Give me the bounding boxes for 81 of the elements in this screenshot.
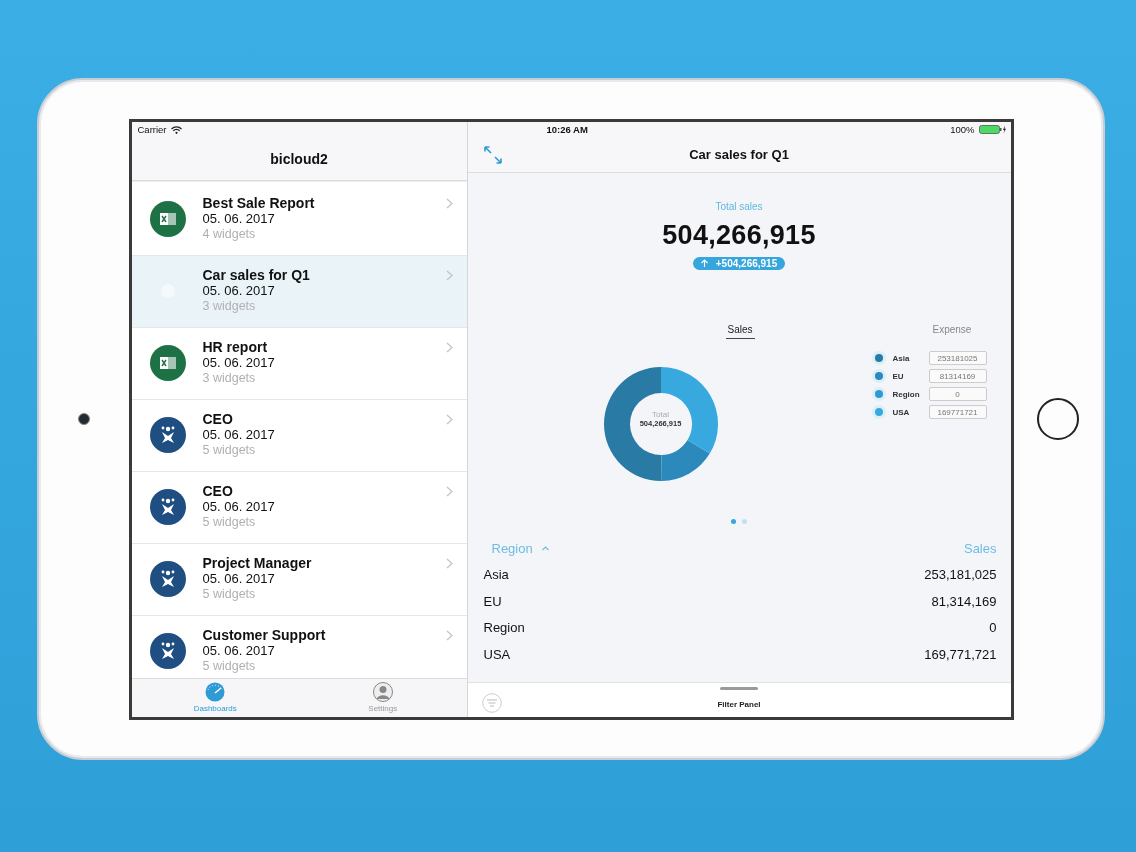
page-dot[interactable] (742, 518, 747, 524)
widget-count: 4 widgets (202, 226, 257, 243)
dashboard-list-item[interactable]: Car sales for Q1 05. 06. 2017 3 widgets (131, 255, 467, 328)
dashboard-date: 05. 06. 2017 (202, 427, 275, 443)
dashboard-list-item[interactable]: CEO 05. 06. 2017 5 widgets (131, 471, 467, 544)
legend-label: Asia (892, 353, 911, 363)
chevron-icon (445, 269, 453, 281)
battery-icon (978, 125, 1007, 134)
dashboard-title: CEO (202, 483, 234, 500)
widget-count: 3 widgets (202, 298, 257, 315)
dashboard-date: 05. 06. 2017 (202, 499, 275, 515)
wifi-icon (170, 125, 182, 134)
spreadsheet-icon (149, 201, 186, 237)
person-figure-icon (149, 633, 186, 669)
dashboard-title: HR report (202, 339, 269, 356)
chevron-icon (445, 485, 453, 497)
filter-panel-label: Filter Panel (717, 699, 761, 709)
table-cell: 81,314,169 (931, 593, 997, 609)
dashboard-list-item[interactable]: Project Manager 05. 06. 2017 5 widgets (131, 543, 467, 616)
up-arrow-icon (700, 259, 708, 267)
change-value: +504,266,915 (715, 257, 778, 269)
person-figure-icon (149, 417, 186, 453)
dashboard-date: 05. 06. 2017 (202, 283, 276, 299)
widget-count: 5 widgets (202, 658, 257, 675)
chevron-icon (445, 413, 453, 425)
dashboard-list-item[interactable]: Best Sale Report 05. 06. 2017 4 widgets (131, 183, 467, 256)
legend-value-field: 169771721 (928, 405, 987, 419)
kpi-value: 504,266,915 (662, 219, 816, 251)
sidebar-title: bicloud2 (270, 150, 328, 167)
widget-count: 5 widgets (202, 586, 257, 603)
table-cell: USA (483, 646, 511, 662)
home-button[interactable] (1037, 398, 1080, 440)
gauge-icon (204, 682, 227, 702)
kpi-label: Total sales (715, 200, 763, 212)
legend-value-field: 81314169 (928, 369, 987, 383)
chevron-icon (445, 197, 453, 209)
chevron-icon (445, 629, 453, 641)
dashboard-title: Customer Support (202, 627, 326, 644)
spreadsheet-icon (149, 345, 186, 381)
legend-label: Region (892, 389, 921, 399)
status-time: 10:26 AM (546, 124, 588, 135)
legend-label: USA (892, 407, 911, 417)
table-cell: Region (483, 620, 525, 636)
dashboard-title: Best Sale Report (202, 195, 315, 212)
drag-handle[interactable] (720, 686, 758, 690)
dashboard-title: Project Manager (202, 555, 312, 572)
camera-icon (77, 413, 90, 425)
table-cell: 253,181,025 (924, 567, 997, 583)
dashboard-list-item[interactable]: CEO 05. 06. 2017 5 widgets (131, 399, 467, 472)
filter-panel[interactable]: Filter Panel (467, 681, 1011, 717)
sort-caret-icon (541, 546, 549, 551)
page-dot[interactable] (731, 518, 736, 524)
filter-icon[interactable] (481, 692, 502, 713)
person-figure-icon (149, 489, 186, 525)
chevron-icon (445, 341, 453, 353)
chevron-icon (445, 557, 453, 569)
dashboard-date: 05. 06. 2017 (202, 355, 275, 371)
widget-count: 3 widgets (202, 370, 257, 387)
table-cell: EU (483, 593, 502, 609)
dashboard-date: 05. 06. 2017 (202, 571, 276, 587)
dashboard-list-item[interactable]: HR report 05. 06. 2017 3 widgets (131, 327, 467, 400)
table-cell: 169,771,721 (924, 646, 997, 662)
legend-label: EU (892, 371, 905, 381)
table-cell: Asia (483, 567, 509, 583)
battery-percent: 100% (950, 124, 975, 135)
dashboard-heading: Car sales for Q1 (689, 147, 789, 162)
widget-count: 5 widgets (202, 442, 257, 459)
dashboard-title: Car sales for Q1 (202, 267, 310, 284)
dashboard-date: 05. 06. 2017 (202, 643, 276, 659)
user-silhouette-icon (371, 682, 394, 702)
donut-center-label: Total (652, 409, 669, 419)
dashboard-date: 05. 06. 2017 (202, 211, 276, 227)
legend-value-field: 253181025 (928, 351, 987, 365)
widget-count: 5 widgets (202, 514, 257, 531)
chart-tab[interactable]: Sales (725, 323, 755, 339)
table-cell: 0 (989, 620, 997, 636)
person-figure-icon (149, 561, 186, 597)
carrier-label: Carrier (137, 124, 167, 135)
legend-value-field: 0 (928, 387, 987, 401)
expand-icon[interactable] (483, 145, 502, 164)
dashboard-title: CEO (202, 411, 234, 428)
